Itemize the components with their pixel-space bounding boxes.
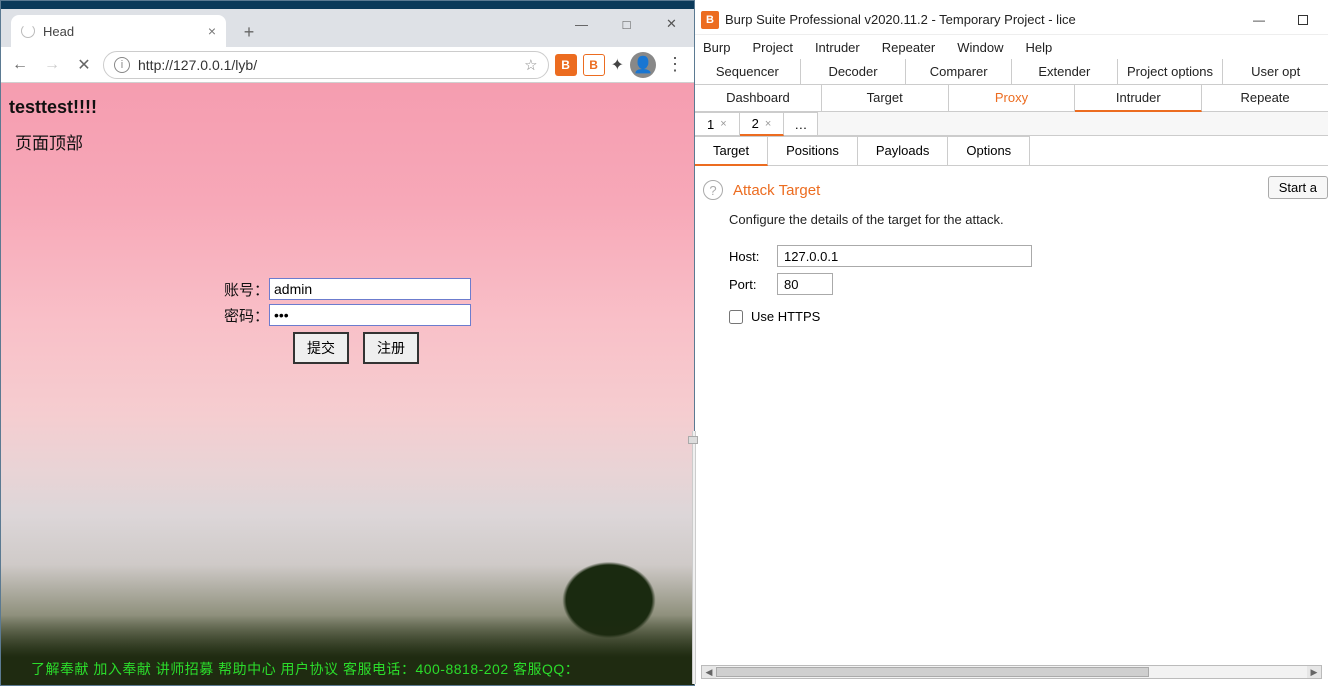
page-viewport: testtest!!!! 页面顶部 账号： 密码： 提交 注册 了解奉献 加入奉…	[1, 83, 694, 685]
intruder-target-panel: ? Attack Target Start a Configure the de…	[695, 166, 1328, 332]
menu-window[interactable]: Window	[957, 40, 1003, 55]
menu-project[interactable]: Project	[752, 40, 792, 55]
subtab-target[interactable]: Target	[695, 136, 768, 166]
instance-tab-1-label: 1	[707, 117, 714, 132]
chrome-menu-icon[interactable]: ⋮	[662, 54, 688, 75]
use-https-checkbox[interactable]	[729, 310, 743, 324]
back-button[interactable]: ←	[7, 52, 33, 78]
page-subheading: 页面顶部	[15, 129, 83, 154]
tab-decoder[interactable]: Decoder	[801, 59, 907, 84]
pane-divider-handle[interactable]	[688, 436, 698, 444]
burp-tool-tabs-row2: Dashboard Target Proxy Intruder Repeate	[695, 85, 1328, 112]
burp-titlebar: B Burp Suite Professional v2020.11.2 - T…	[695, 5, 1328, 35]
burp-window: B Burp Suite Professional v2020.11.2 - T…	[695, 5, 1328, 681]
pane-divider[interactable]	[692, 431, 696, 684]
instance-tab-2[interactable]: 2×	[740, 112, 785, 136]
close-icon[interactable]: ×	[720, 118, 726, 130]
horizontal-scrollbar[interactable]: ◀ ▶	[701, 665, 1322, 679]
forward-button: →	[39, 52, 65, 78]
register-button[interactable]: 注册	[363, 332, 419, 364]
minimize-button[interactable]: —	[559, 9, 604, 39]
use-https-label: Use HTTPS	[751, 309, 820, 324]
bookmark-star-icon[interactable]: ☆	[524, 56, 537, 74]
port-label: Port:	[729, 277, 769, 292]
omnibox[interactable]: i ☆	[103, 51, 549, 79]
instance-tab-1[interactable]: 1×	[695, 112, 740, 135]
username-label: 账号：	[211, 279, 269, 300]
burp-extension-alt-icon[interactable]: B	[583, 54, 605, 76]
scroll-thumb[interactable]	[716, 667, 1149, 677]
instance-tab-more[interactable]: …	[784, 112, 818, 135]
port-input[interactable]	[777, 273, 833, 295]
host-input[interactable]	[777, 245, 1032, 267]
burp-minimize-button[interactable]: —	[1240, 8, 1278, 32]
intruder-instance-tabs: 1× 2× …	[695, 112, 1328, 136]
stop-reload-button[interactable]: ✕	[71, 52, 97, 78]
tab-target[interactable]: Target	[822, 85, 949, 111]
help-icon[interactable]: ?	[703, 180, 723, 200]
burp-app-icon: B	[701, 11, 719, 29]
password-input[interactable]	[269, 304, 471, 326]
submit-button[interactable]: 提交	[293, 332, 349, 364]
burp-menubar: Burp Project Intruder Repeater Window He…	[695, 35, 1328, 59]
tab-close-icon[interactable]: ×	[208, 23, 216, 39]
tab-proxy[interactable]: Proxy	[949, 85, 1076, 111]
page-heading: testtest!!!!	[9, 97, 97, 118]
tab-dashboard[interactable]: Dashboard	[695, 85, 822, 111]
close-icon[interactable]: ×	[765, 118, 771, 130]
menu-help[interactable]: Help	[1025, 40, 1052, 55]
burp-title-text: Burp Suite Professional v2020.11.2 - Tem…	[725, 12, 1234, 27]
chrome-window: Head × + — □ ✕ ← → ✕ i ☆ B B ✦ 👤 ⋮ testt…	[0, 0, 695, 686]
username-input[interactable]	[269, 278, 471, 300]
password-label: 密码：	[211, 305, 269, 326]
profile-avatar-icon[interactable]: 👤	[630, 52, 656, 78]
start-attack-button[interactable]: Start a	[1268, 176, 1328, 199]
window-controls: — □ ✕	[559, 9, 694, 39]
burp-extension-icon[interactable]: B	[555, 54, 577, 76]
site-info-icon[interactable]: i	[114, 57, 130, 73]
new-tab-button[interactable]: +	[234, 17, 264, 47]
tab-comparer[interactable]: Comparer	[906, 59, 1012, 84]
tab-sequencer[interactable]: Sequencer	[695, 59, 801, 84]
tab-intruder[interactable]: Intruder	[1075, 85, 1202, 112]
scroll-left-icon[interactable]: ◀	[702, 666, 716, 678]
menu-intruder[interactable]: Intruder	[815, 40, 860, 55]
page-content: testtest!!!! 页面顶部 账号： 密码： 提交 注册 了解奉献 加入奉…	[1, 83, 694, 685]
burp-tool-tabs-row1: Sequencer Decoder Comparer Extender Proj…	[695, 59, 1328, 85]
tab-strip: Head × + — □ ✕	[1, 9, 694, 47]
scroll-right-icon[interactable]: ▶	[1307, 666, 1321, 678]
browser-top-stripe	[1, 1, 694, 9]
tab-project-options[interactable]: Project options	[1118, 59, 1224, 84]
menu-repeater[interactable]: Repeater	[882, 40, 935, 55]
tab-extender[interactable]: Extender	[1012, 59, 1118, 84]
section-description: Configure the details of the target for …	[729, 212, 1320, 227]
section-title: Attack Target	[733, 182, 820, 199]
burp-maximize-button[interactable]	[1284, 8, 1322, 32]
page-footer-text: 了解奉献 加入奉献 讲师招募 帮助中心 用户协议 客服电话：400-8818-2…	[31, 659, 579, 679]
loading-spinner-icon	[21, 24, 35, 38]
subtab-positions[interactable]: Positions	[768, 136, 858, 165]
instance-tab-2-label: 2	[752, 116, 759, 131]
tab-repeater[interactable]: Repeate	[1202, 85, 1328, 111]
maximize-button[interactable]: □	[604, 9, 649, 39]
extensions-puzzle-icon[interactable]: ✦	[611, 55, 624, 75]
browser-tab[interactable]: Head ×	[11, 15, 226, 47]
intruder-subtabs: Target Positions Payloads Options	[695, 136, 1328, 166]
tab-user-options[interactable]: User opt	[1223, 59, 1328, 84]
subtab-payloads[interactable]: Payloads	[858, 136, 948, 165]
url-input[interactable]	[138, 57, 516, 73]
host-label: Host:	[729, 249, 769, 264]
menu-burp[interactable]: Burp	[703, 40, 730, 55]
close-window-button[interactable]: ✕	[649, 9, 694, 39]
subtab-options[interactable]: Options	[948, 136, 1030, 165]
address-bar: ← → ✕ i ☆ B B ✦ 👤 ⋮	[1, 47, 694, 83]
login-form: 账号： 密码： 提交 注册	[211, 278, 471, 364]
tab-title: Head	[43, 24, 74, 39]
